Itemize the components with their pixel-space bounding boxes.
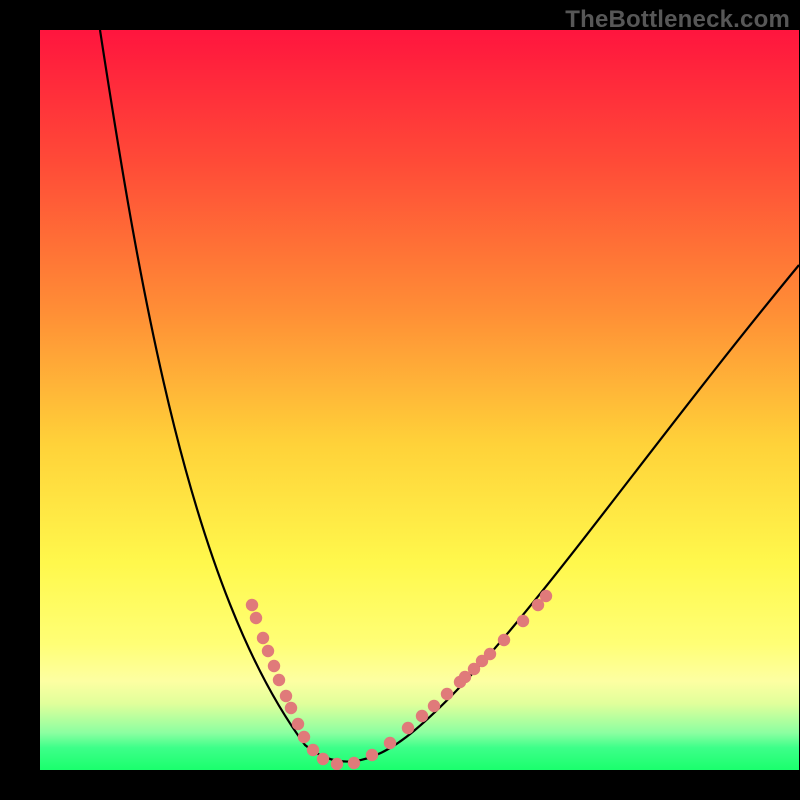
data-marker xyxy=(498,634,510,646)
data-marker xyxy=(257,632,269,644)
data-marker xyxy=(262,645,274,657)
data-marker xyxy=(384,737,396,749)
data-marker xyxy=(402,722,414,734)
data-marker xyxy=(517,615,529,627)
data-marker xyxy=(250,612,262,624)
chart-frame xyxy=(40,30,799,770)
chart-svg xyxy=(40,30,799,770)
data-marker xyxy=(348,757,360,769)
data-marker xyxy=(307,744,319,756)
data-marker xyxy=(484,648,496,660)
data-marker xyxy=(416,710,428,722)
data-marker xyxy=(317,753,329,765)
data-marker xyxy=(298,731,310,743)
data-marker xyxy=(331,758,343,770)
data-marker xyxy=(292,718,304,730)
data-marker xyxy=(273,674,285,686)
data-marker xyxy=(280,690,292,702)
data-marker xyxy=(268,660,280,672)
data-marker xyxy=(246,599,258,611)
data-marker xyxy=(428,700,440,712)
data-marker xyxy=(366,749,378,761)
data-marker xyxy=(441,688,453,700)
watermark-text: TheBottleneck.com xyxy=(565,6,790,34)
bottleneck-curve xyxy=(100,30,799,762)
data-marker xyxy=(540,590,552,602)
data-marker xyxy=(285,702,297,714)
